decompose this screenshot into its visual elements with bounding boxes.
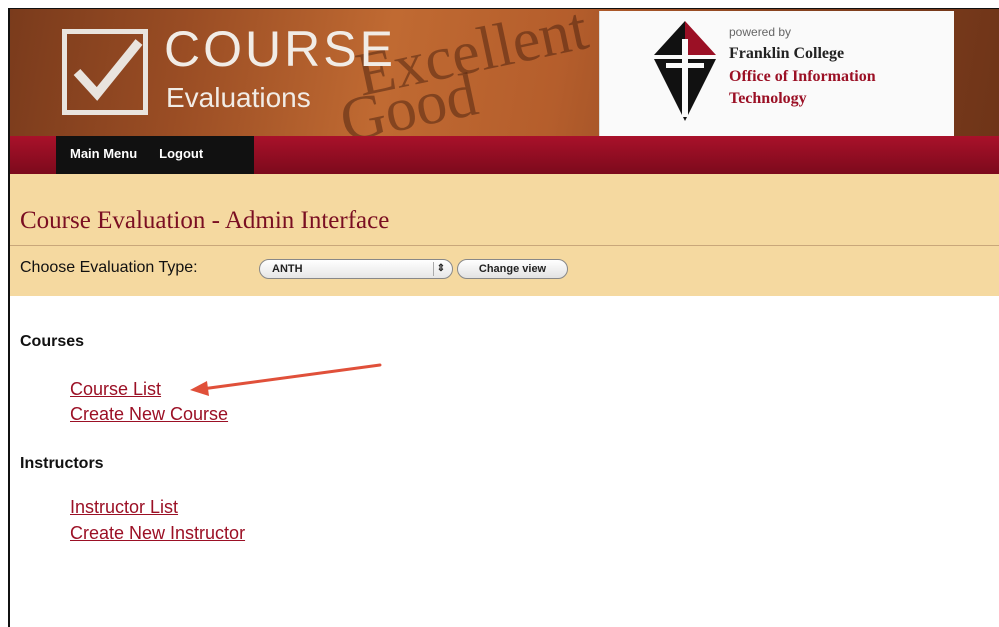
franklin-college-logo-icon xyxy=(654,21,716,121)
courses-heading: Courses xyxy=(20,333,85,350)
divider xyxy=(10,245,999,246)
checkmark-icon xyxy=(62,29,148,115)
nav-bar: Main Menu Logout xyxy=(10,136,999,174)
page-frame: Excellent Good COURSE Evaluations powere… xyxy=(8,8,999,627)
instructors-heading: Instructors xyxy=(20,455,104,472)
select-value: ANTH xyxy=(272,263,303,275)
create-new-course-link[interactable]: Create New Course xyxy=(70,404,228,425)
admin-header: Course Evaluation - Admin Interface Choo… xyxy=(10,174,999,296)
header-banner: Excellent Good COURSE Evaluations powere… xyxy=(10,9,999,136)
instructor-list-link[interactable]: Instructor List xyxy=(70,497,178,518)
course-list-link[interactable]: Course List xyxy=(70,379,161,400)
annotation-arrow-icon xyxy=(190,363,382,396)
chevron-updown-icon: ⇕ xyxy=(433,262,448,276)
nav-button-group: Main Menu Logout xyxy=(56,136,254,174)
office-name-line1: Office of Information xyxy=(729,68,876,85)
powered-by-text: powered by xyxy=(729,25,792,39)
college-name: Franklin College xyxy=(729,45,845,62)
page-title: Course Evaluation - Admin Interface xyxy=(20,207,390,234)
evaluation-type-select[interactable]: ANTH ⇕ xyxy=(259,259,453,279)
logout-button[interactable]: Logout xyxy=(145,136,211,161)
change-view-button[interactable]: Change view xyxy=(457,259,568,279)
franklin-college-panel: powered by Franklin College Office of In… xyxy=(599,11,954,136)
office-name-line2: Technology xyxy=(729,90,807,107)
create-new-instructor-link[interactable]: Create New Instructor xyxy=(70,523,245,544)
main-menu-button[interactable]: Main Menu xyxy=(56,136,145,161)
logo-subtitle: Evaluations xyxy=(166,82,311,113)
evaluation-type-label: Choose Evaluation Type: xyxy=(20,259,198,276)
logo-title: COURSE xyxy=(164,21,396,77)
